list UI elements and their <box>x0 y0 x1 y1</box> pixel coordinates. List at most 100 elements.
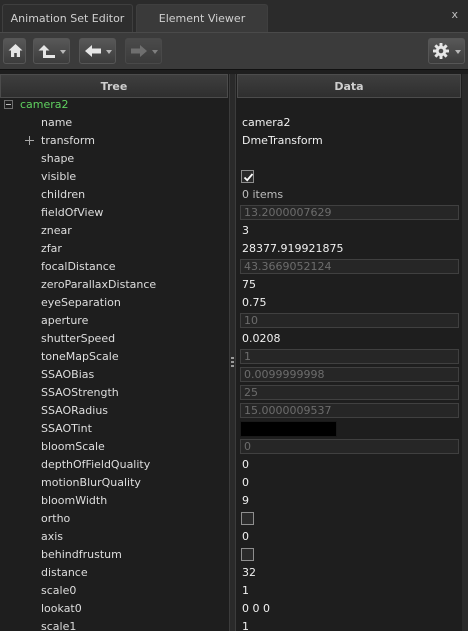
attribute-value[interactable]: DmeTransform <box>242 132 323 150</box>
value-field[interactable]: 25 <box>240 385 459 400</box>
expand-icon[interactable] <box>25 136 34 145</box>
tree-row[interactable]: ortho <box>0 510 468 528</box>
tree-row[interactable]: focalDistance 43.3669052124 <box>0 258 468 276</box>
data-cell <box>237 546 461 564</box>
tree-row[interactable]: zeroParallaxDistance 75 <box>0 276 468 294</box>
value-field-text: 13.2000007629 <box>244 206 332 219</box>
tree-row[interactable]: aperture 10 <box>0 312 468 330</box>
attribute-name: depthOfFieldQuality <box>41 458 151 471</box>
data-cell: DmeTransform <box>237 132 461 150</box>
attribute-value[interactable]: 0 0 0 <box>242 600 270 618</box>
back-button[interactable] <box>79 38 116 64</box>
attribute-name: eyeSeparation <box>41 296 121 309</box>
tree-row[interactable]: shape <box>0 150 468 168</box>
tree-row[interactable]: eyeSeparation 0.75 <box>0 294 468 312</box>
attribute-value[interactable]: 1 <box>242 618 249 631</box>
value-field[interactable]: 13.2000007629 <box>240 205 459 220</box>
attribute-value[interactable]: 0 <box>242 456 249 474</box>
home-button[interactable] <box>3 38 26 64</box>
tree-row[interactable]: toneMapScale 1 <box>0 348 468 366</box>
tree-row[interactable]: zfar 28377.919921875 <box>0 240 468 258</box>
forward-button[interactable] <box>125 38 162 64</box>
tree-row[interactable]: SSAORadius 15.0000009537 <box>0 402 468 420</box>
attribute-value[interactable]: 9 <box>242 492 249 510</box>
tree-cell: axis <box>0 528 228 546</box>
tree-cell: shape <box>0 150 228 168</box>
attribute-value[interactable]: 28377.919921875 <box>242 240 343 258</box>
tree-row[interactable]: motionBlurQuality 0 <box>0 474 468 492</box>
tree-row[interactable]: name camera2 <box>0 114 468 132</box>
tree-cell: zeroParallaxDistance <box>0 276 228 294</box>
tree-row[interactable]: behindfrustum <box>0 546 468 564</box>
tree-row[interactable]: scale1 1 <box>0 618 468 631</box>
tab-element-viewer[interactable]: Element Viewer <box>136 4 268 32</box>
value-field-text: 0.0099999998 <box>244 368 325 381</box>
value-field[interactable]: 10 <box>240 313 459 328</box>
tree-row[interactable]: distance 32 <box>0 564 468 582</box>
value-field[interactable]: 0.0099999998 <box>240 367 459 382</box>
tree-row[interactable]: bloomScale 0 <box>0 438 468 456</box>
attribute-name: lookat0 <box>41 602 82 615</box>
attribute-value[interactable]: 32 <box>242 564 256 582</box>
value-field[interactable]: 1 <box>240 349 459 364</box>
tree-row[interactable]: SSAOBias 0.0099999998 <box>0 366 468 384</box>
attribute-value[interactable]: camera2 <box>242 114 291 132</box>
tree-row[interactable]: shutterSpeed 0.0208 <box>0 330 468 348</box>
checkbox[interactable] <box>241 170 254 183</box>
tree-cell: visible <box>0 168 228 186</box>
data-cell: 75 <box>237 276 461 294</box>
chevron-down-icon <box>60 50 66 54</box>
tree-row[interactable]: axis 0 <box>0 528 468 546</box>
tree-row[interactable]: bloomWidth 9 <box>0 492 468 510</box>
attribute-name: shutterSpeed <box>41 332 116 345</box>
attribute-value[interactable]: 0 <box>242 474 249 492</box>
tree-row[interactable]: znear 3 <box>0 222 468 240</box>
tree-cell: zfar <box>0 240 228 258</box>
tree-cell: SSAOStrength <box>0 384 228 402</box>
attribute-value[interactable]: 1 <box>242 582 249 600</box>
attribute-value[interactable]: 75 <box>242 276 256 294</box>
color-swatch[interactable] <box>240 421 337 437</box>
tree-cell: transform <box>0 132 228 150</box>
data-cell: 0 <box>237 438 461 456</box>
attribute-value[interactable]: 3 <box>242 222 249 240</box>
tree-cell: bloomScale <box>0 438 228 456</box>
tree-cell: lookat0 <box>0 600 228 618</box>
attribute-name: bloomScale <box>41 440 105 453</box>
attribute-name: motionBlurQuality <box>41 476 141 489</box>
item-count[interactable]: 0 items <box>242 186 283 204</box>
attribute-name: focalDistance <box>41 260 116 273</box>
collapse-icon[interactable] <box>4 100 13 109</box>
attribute-value[interactable]: 0.75 <box>242 294 267 312</box>
attribute-name: name <box>41 116 73 129</box>
value-field[interactable]: 43.3669052124 <box>240 259 459 274</box>
tree-row[interactable]: lookat0 0 0 0 <box>0 600 468 618</box>
tree-row[interactable]: visible <box>0 168 468 186</box>
value-field[interactable]: 0 <box>240 439 459 454</box>
tree-row[interactable]: SSAOTint <box>0 420 468 438</box>
attribute-name: zeroParallaxDistance <box>41 278 157 291</box>
tree-row[interactable]: transform DmeTransform <box>0 132 468 150</box>
tree-row[interactable]: scale0 1 <box>0 582 468 600</box>
up-button[interactable] <box>33 38 70 64</box>
tree-row[interactable]: depthOfFieldQuality 0 <box>0 456 468 474</box>
close-icon[interactable]: x <box>451 8 458 21</box>
data-cell: 9 <box>237 492 461 510</box>
data-column-header[interactable]: Data <box>237 74 461 98</box>
toolbar <box>0 32 468 70</box>
checkbox[interactable] <box>241 512 254 525</box>
tree-row[interactable]: fieldOfView 13.2000007629 <box>0 204 468 222</box>
checkbox[interactable] <box>241 548 254 561</box>
attribute-name: bloomWidth <box>41 494 108 507</box>
value-field[interactable]: 15.0000009537 <box>240 403 459 418</box>
tree-column-header[interactable]: Tree <box>0 74 228 98</box>
attribute-value[interactable]: 0.0208 <box>242 330 281 348</box>
tab-animation-set-editor[interactable]: Animation Set Editor <box>2 4 133 32</box>
settings-button[interactable] <box>428 38 465 64</box>
value-field-text: 43.3669052124 <box>244 260 332 273</box>
attribute-name: SSAOTint <box>41 422 92 435</box>
tree-row[interactable]: SSAOStrength 25 <box>0 384 468 402</box>
attribute-value[interactable]: 0 <box>242 528 249 546</box>
tree-row[interactable]: children 0 items <box>0 186 468 204</box>
tree-row-root[interactable]: camera2 <box>0 96 468 114</box>
